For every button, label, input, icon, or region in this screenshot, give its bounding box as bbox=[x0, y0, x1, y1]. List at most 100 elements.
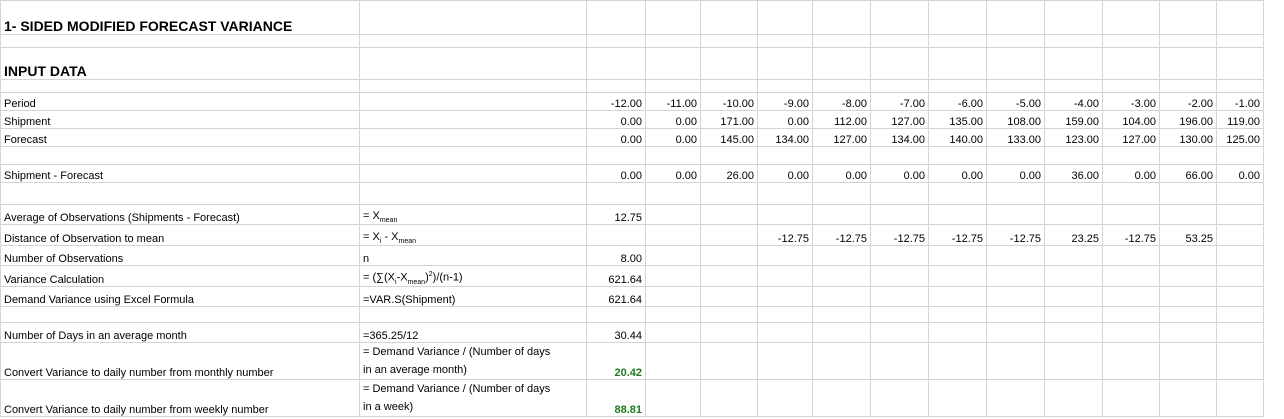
cell[interactable] bbox=[700, 204, 758, 225]
value-cell[interactable]: 171.00 bbox=[700, 110, 758, 129]
value-cell[interactable]: -3.00 bbox=[1102, 92, 1160, 111]
cell[interactable] bbox=[1216, 79, 1264, 93]
cell[interactable] bbox=[1216, 322, 1264, 343]
row-label[interactable]: Forecast bbox=[0, 128, 360, 147]
value-cell[interactable]: 66.00 bbox=[1159, 164, 1217, 183]
cell[interactable] bbox=[1044, 204, 1103, 225]
cell[interactable] bbox=[0, 306, 360, 323]
row-label[interactable]: Number of Observations bbox=[0, 245, 360, 266]
cell[interactable] bbox=[1159, 182, 1217, 205]
cell[interactable] bbox=[700, 146, 758, 165]
cell[interactable] bbox=[812, 245, 871, 266]
row-label[interactable]: Shipment bbox=[0, 110, 360, 129]
value-cell[interactable]: 0.00 bbox=[1216, 164, 1264, 183]
cell[interactable] bbox=[1159, 342, 1217, 380]
value-cell[interactable]: -10.00 bbox=[700, 92, 758, 111]
cell[interactable] bbox=[928, 182, 987, 205]
cell[interactable] bbox=[928, 245, 987, 266]
value-cell[interactable]: 53.25 bbox=[1159, 224, 1217, 246]
cell[interactable] bbox=[1159, 245, 1217, 266]
cell[interactable] bbox=[757, 34, 813, 48]
row-label[interactable]: Variance Calculation bbox=[0, 265, 360, 287]
cell[interactable] bbox=[586, 306, 646, 323]
cell[interactable] bbox=[1102, 379, 1160, 417]
cell[interactable] bbox=[812, 322, 871, 343]
cell[interactable] bbox=[1216, 34, 1264, 48]
cell[interactable] bbox=[1216, 265, 1264, 287]
section-header[interactable]: INPUT DATA bbox=[0, 47, 360, 80]
cell[interactable] bbox=[645, 0, 701, 35]
cell[interactable] bbox=[700, 322, 758, 343]
cell[interactable] bbox=[812, 182, 871, 205]
value-cell[interactable]: 36.00 bbox=[1044, 164, 1103, 183]
cell[interactable] bbox=[586, 182, 646, 205]
cell[interactable] bbox=[812, 47, 871, 80]
value-cell[interactable]: 127.00 bbox=[1102, 128, 1160, 147]
cell[interactable] bbox=[1044, 306, 1103, 323]
cell[interactable] bbox=[1102, 79, 1160, 93]
cell[interactable] bbox=[812, 286, 871, 307]
cell[interactable] bbox=[986, 0, 1045, 35]
cell[interactable] bbox=[700, 34, 758, 48]
cell[interactable] bbox=[1159, 47, 1217, 80]
cell[interactable] bbox=[1102, 204, 1160, 225]
row-label[interactable]: Number of Days in an average month bbox=[0, 322, 360, 343]
value-cell[interactable]: 112.00 bbox=[812, 110, 871, 129]
value-cell[interactable]: -2.00 bbox=[1159, 92, 1217, 111]
value-cell[interactable]: -12.00 bbox=[586, 92, 646, 111]
cell[interactable] bbox=[586, 79, 646, 93]
value-cell[interactable]: 108.00 bbox=[986, 110, 1045, 129]
value-cell[interactable]: 8.00 bbox=[586, 245, 646, 266]
value-cell[interactable]: 0.00 bbox=[812, 164, 871, 183]
value-cell[interactable]: 0.00 bbox=[645, 128, 701, 147]
cell[interactable] bbox=[812, 265, 871, 287]
cell[interactable] bbox=[645, 182, 701, 205]
value-cell[interactable]: 0.00 bbox=[928, 164, 987, 183]
value-cell[interactable]: 0.00 bbox=[1102, 164, 1160, 183]
cell[interactable] bbox=[645, 286, 701, 307]
cell[interactable] bbox=[1044, 379, 1103, 417]
value-cell[interactable]: 130.00 bbox=[1159, 128, 1217, 147]
cell[interactable] bbox=[645, 322, 701, 343]
cell[interactable] bbox=[1216, 286, 1264, 307]
cell[interactable] bbox=[1102, 265, 1160, 287]
cell[interactable] bbox=[1044, 0, 1103, 35]
value-cell[interactable]: -12.75 bbox=[986, 224, 1045, 246]
cell[interactable] bbox=[1102, 182, 1160, 205]
cell[interactable] bbox=[1159, 0, 1217, 35]
cell[interactable] bbox=[700, 342, 758, 380]
value-cell[interactable]: -4.00 bbox=[1044, 92, 1103, 111]
cell[interactable] bbox=[1044, 265, 1103, 287]
value-cell[interactable]: -12.75 bbox=[870, 224, 929, 246]
cell[interactable] bbox=[700, 286, 758, 307]
cell[interactable] bbox=[645, 379, 701, 417]
cell[interactable] bbox=[1216, 146, 1264, 165]
cell[interactable] bbox=[1159, 34, 1217, 48]
cell[interactable] bbox=[1044, 322, 1103, 343]
formula-cell[interactable]: = Demand Variance / (Number of days in a … bbox=[359, 379, 587, 417]
cell[interactable] bbox=[359, 47, 587, 80]
cell[interactable] bbox=[986, 265, 1045, 287]
cell[interactable] bbox=[928, 265, 987, 287]
cell[interactable] bbox=[986, 146, 1045, 165]
cell[interactable] bbox=[0, 79, 360, 93]
value-cell[interactable]: 621.64 bbox=[586, 286, 646, 307]
cell[interactable] bbox=[359, 128, 587, 147]
cell[interactable] bbox=[1216, 47, 1264, 80]
cell[interactable] bbox=[870, 47, 929, 80]
cell[interactable] bbox=[928, 0, 987, 35]
cell[interactable] bbox=[870, 182, 929, 205]
value-cell[interactable]: 12.75 bbox=[586, 204, 646, 225]
cell[interactable] bbox=[757, 265, 813, 287]
cell[interactable] bbox=[757, 204, 813, 225]
cell[interactable] bbox=[870, 342, 929, 380]
cell[interactable] bbox=[1044, 79, 1103, 93]
value-cell[interactable]: 20.42 bbox=[586, 342, 646, 380]
value-cell[interactable]: 123.00 bbox=[1044, 128, 1103, 147]
value-cell[interactable]: 135.00 bbox=[928, 110, 987, 129]
row-label[interactable]: Shipment - Forecast bbox=[0, 164, 360, 183]
cell[interactable] bbox=[1216, 306, 1264, 323]
cell[interactable] bbox=[1044, 245, 1103, 266]
cell[interactable] bbox=[359, 34, 587, 48]
cell[interactable] bbox=[986, 182, 1045, 205]
